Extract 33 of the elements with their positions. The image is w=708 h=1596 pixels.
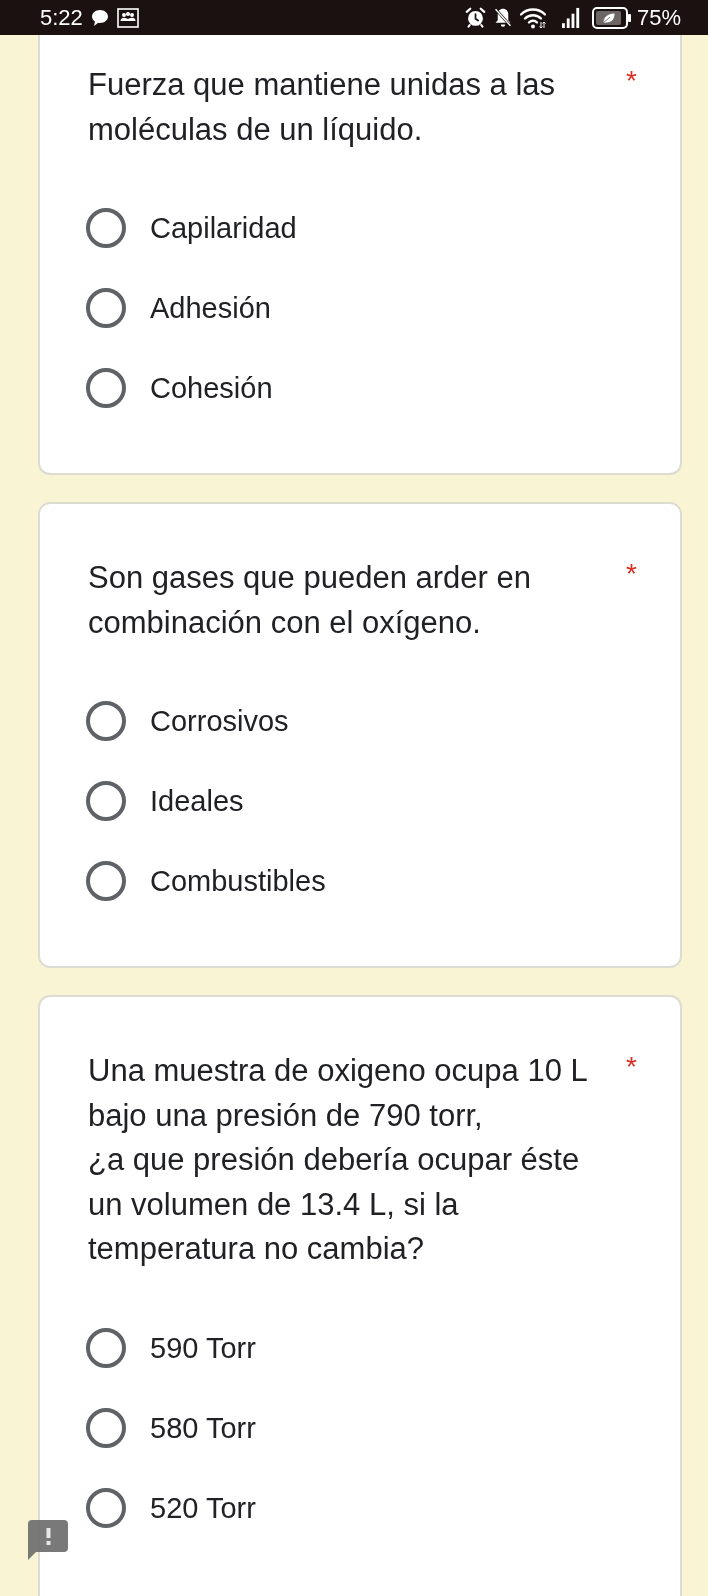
option-label[interactable]: Ideales — [150, 783, 244, 819]
image-icon — [116, 7, 139, 28]
radio-button[interactable] — [86, 701, 126, 741]
option-label[interactable]: Corrosivos — [150, 703, 289, 739]
radio-button[interactable] — [86, 861, 126, 901]
chat-bubble-icon — [90, 8, 109, 27]
required-asterisk: * — [626, 1050, 637, 1084]
question-text: Son gases que pueden arder en combinación con el oxígeno. — [88, 559, 532, 642]
option-label[interactable]: Combustibles — [150, 863, 326, 899]
option-label[interactable]: Cohesión — [150, 370, 273, 406]
battery-icon — [591, 6, 632, 29]
radio-button[interactable] — [86, 781, 126, 821]
required-asterisk: * — [626, 557, 637, 591]
radio-button[interactable] — [86, 288, 126, 328]
radio-button[interactable] — [86, 1407, 126, 1448]
bell-muted-icon — [493, 7, 512, 28]
radio-button[interactable] — [86, 368, 126, 408]
radio-button[interactable] — [86, 1327, 126, 1368]
option-label[interactable]: 590 Torr — [150, 1329, 256, 1366]
required-asterisk: * — [626, 64, 637, 98]
alarm-clock-icon — [464, 7, 486, 28]
option-label[interactable]: Capilaridad — [150, 210, 297, 246]
radio-button[interactable] — [86, 1487, 126, 1528]
option-label[interactable]: 520 Torr — [150, 1489, 256, 1526]
question-text: Una muestra de oxigeno ocupa 10 L bajo una presión de 790 torr, ¿a que presión debería ocupar éste un volumen de 13.4 L, si la temperatura no cambia? — [88, 1052, 589, 1268]
clock-time: 5:22 — [40, 4, 83, 31]
wifi-icon — [519, 6, 546, 29]
battery-percent: 75% — [636, 4, 681, 31]
option-label[interactable]: Adhesión — [150, 290, 271, 326]
option-label[interactable]: 580 Torr — [150, 1409, 256, 1446]
question-text: Fuerza que mantiene unidas a las moléculas de un líquido. — [88, 66, 556, 149]
alert-bubble-icon[interactable] — [28, 1520, 68, 1560]
radio-button[interactable] — [86, 208, 126, 248]
